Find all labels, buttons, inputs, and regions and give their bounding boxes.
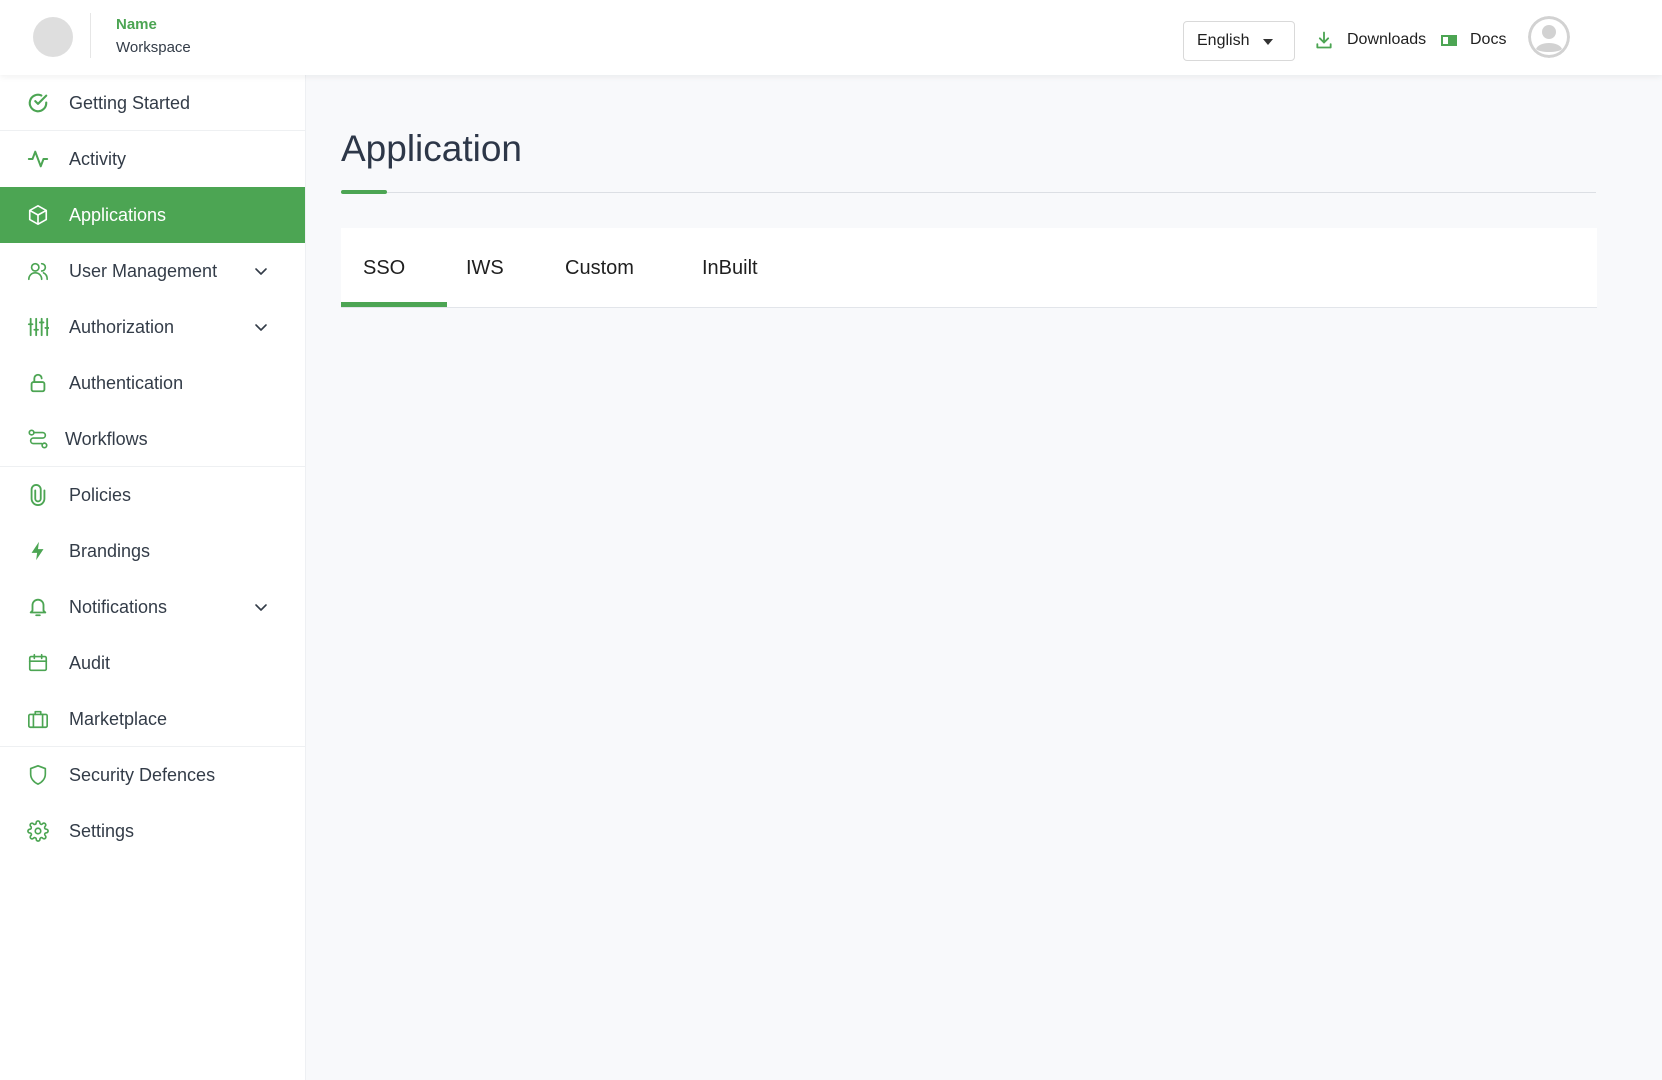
sidebar-item-notifications[interactable]: Notifications	[0, 579, 305, 635]
docs-link[interactable]: Docs	[1440, 28, 1506, 52]
caret-down-icon	[1263, 39, 1273, 45]
tab-sso[interactable]: SSO	[363, 228, 405, 308]
sidebar-item-applications[interactable]: Applications	[0, 187, 305, 243]
sidebar-item-label: Marketplace	[69, 709, 168, 729]
tab-inbuilt[interactable]: InBuilt	[702, 228, 758, 308]
sidebar-item-label: Authorization	[69, 317, 175, 337]
sidebar-item-label: User Management	[69, 261, 218, 281]
box-icon	[27, 204, 49, 226]
sidebar-item-label: Getting Started	[69, 93, 191, 113]
sidebar-item-settings[interactable]: Settings	[0, 803, 305, 859]
chevron-down-icon[interactable]	[254, 320, 268, 334]
sidebar-item-policies[interactable]: Policies	[0, 467, 305, 523]
tab-iws[interactable]: IWS	[466, 228, 504, 308]
sidebar-item-user-management[interactable]: User Management	[0, 243, 305, 299]
tab-label: Custom	[565, 256, 634, 279]
lightning-icon	[27, 540, 49, 562]
download-icon	[1316, 31, 1332, 49]
chevron-down-icon[interactable]	[254, 264, 268, 278]
briefcase-icon	[27, 708, 49, 730]
paperclip-icon	[27, 484, 49, 506]
sidebar-item-label: Notifications	[69, 597, 168, 617]
sidebar-item-label: Authentication	[69, 373, 184, 393]
calendar-icon	[27, 652, 49, 674]
sliders-icon	[27, 316, 49, 338]
sidebar-item-marketplace[interactable]: Marketplace	[0, 691, 305, 747]
sidebar-item-security-defences[interactable]: Security Defences	[0, 747, 305, 803]
downloads-link[interactable]: Downloads	[1314, 28, 1426, 52]
tab-bar: SSO IWS Custom InBuilt	[341, 228, 1597, 308]
sidebar-item-label: Workflows	[65, 429, 148, 449]
tab-label: IWS	[466, 256, 504, 279]
tab-label: InBuilt	[702, 256, 758, 279]
workspace-logo[interactable]	[33, 17, 73, 57]
sidebar-item-label: Security Defences	[69, 765, 216, 785]
sidebar-item-workflows[interactable]: Workflows	[0, 411, 305, 467]
sidebar-item-authentication[interactable]: Authentication	[0, 355, 305, 411]
sidebar-item-label: Brandings	[69, 541, 151, 561]
sidebar-item-label: Settings	[69, 821, 135, 841]
language-select[interactable]: English	[1183, 21, 1295, 61]
sidebar-item-getting-started[interactable]: Getting Started	[0, 75, 305, 131]
title-accent-bar	[341, 190, 387, 194]
active-tab-indicator	[341, 302, 447, 307]
tab-label: SSO	[363, 256, 406, 279]
user-avatar[interactable]	[1528, 16, 1570, 58]
book-icon	[1441, 35, 1457, 46]
sidebar-item-label: Applications	[69, 205, 167, 225]
brand-subtitle: Workspace	[116, 39, 191, 56]
tab-custom[interactable]: Custom	[565, 228, 634, 308]
docs-label: Docs	[1470, 31, 1507, 48]
sidebar-item-audit[interactable]: Audit	[0, 635, 305, 691]
sidebar-item-label: Activity	[69, 149, 127, 169]
downloads-label: Downloads	[1347, 31, 1427, 48]
lock-icon	[27, 372, 49, 394]
users-icon	[27, 260, 49, 282]
title-divider	[341, 192, 1596, 193]
activity-icon	[27, 148, 49, 170]
sidebar: Getting Started Activity Applications Us…	[0, 75, 306, 1080]
sidebar-item-authorization[interactable]: Authorization	[0, 299, 305, 355]
gear-icon	[27, 820, 49, 842]
brand-divider	[90, 13, 91, 58]
workflow-icon	[27, 428, 49, 450]
user-avatar-icon	[1528, 16, 1570, 58]
chevron-down-icon[interactable]	[254, 600, 268, 614]
sidebar-item-brandings[interactable]: Brandings	[0, 523, 305, 579]
check-circle-icon	[27, 92, 49, 114]
sidebar-item-label: Policies	[69, 485, 132, 505]
sidebar-item-label: Audit	[69, 653, 111, 673]
top-bar: Name Workspace English Downloads Docs	[0, 0, 1662, 75]
shield-icon	[27, 764, 49, 786]
page-title: Application	[341, 128, 523, 169]
bell-icon	[27, 596, 49, 618]
brand-name: Name	[116, 16, 157, 33]
sidebar-item-activity[interactable]: Activity	[0, 131, 305, 187]
language-selected-value: English	[1197, 32, 1250, 49]
